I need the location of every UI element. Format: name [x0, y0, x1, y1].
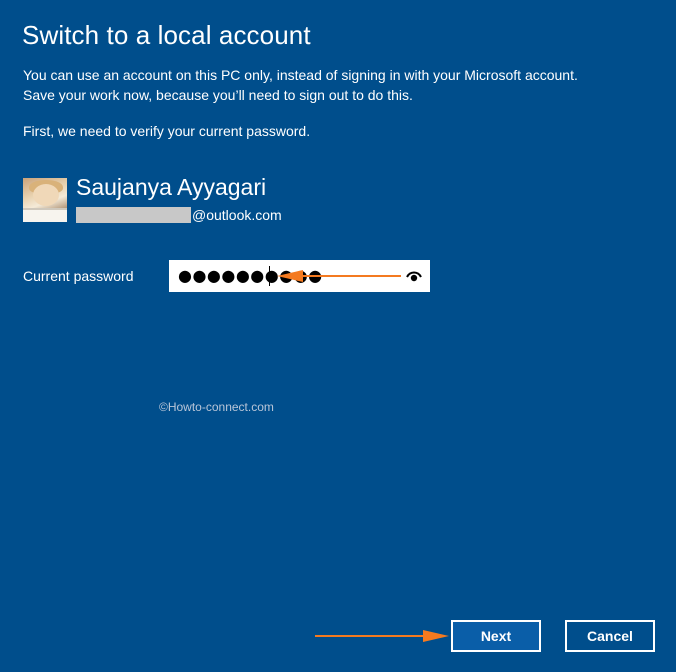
page-title: Switch to a local account	[22, 20, 311, 50]
next-button[interactable]: Next	[451, 620, 541, 652]
text-caret	[269, 266, 270, 286]
verify-instruction: First, we need to verify your current pa…	[23, 123, 311, 139]
annotation-arrow-next	[315, 630, 449, 642]
watermark: ©Howto-connect.com	[159, 400, 274, 414]
password-label: Current password	[23, 268, 134, 284]
email-domain: @outlook.com	[192, 207, 282, 223]
user-name: Saujanya Ayyagari	[76, 174, 267, 200]
description: You can use an account on this PC only, …	[23, 65, 578, 105]
annotation-arrow-password	[277, 270, 401, 282]
description-line-1: You can use an account on this PC only, …	[23, 67, 578, 83]
user-email: @outlook.com	[76, 206, 282, 224]
avatar-book	[23, 208, 67, 222]
eye-icon[interactable]	[406, 269, 422, 283]
email-redaction	[76, 207, 191, 223]
cancel-button[interactable]: Cancel	[565, 620, 655, 652]
description-line-2: Save your work now, because you’ll need …	[23, 87, 413, 103]
avatar-face	[33, 184, 59, 206]
avatar	[23, 178, 67, 222]
